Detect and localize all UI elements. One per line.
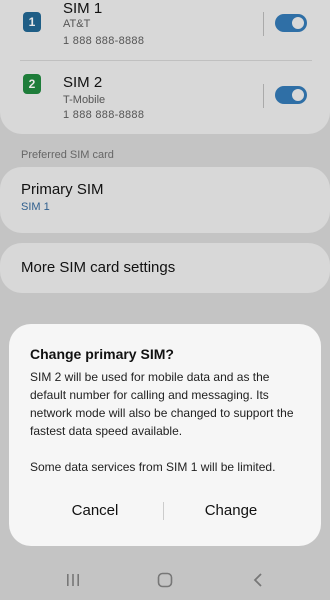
row-divider <box>20 60 312 61</box>
preferred-sim-section-label: Preferred SIM card <box>21 149 114 161</box>
sim-1-carrier: AT&T <box>63 18 91 30</box>
toggle-knob <box>290 87 306 103</box>
navigation-bar <box>0 560 330 600</box>
toggle-knob <box>290 15 306 31</box>
sim-1-badge-icon: 1 <box>23 12 41 32</box>
sim-1-row[interactable]: 1 SIM 1 AT&T 1 888 888-8888 <box>0 0 330 60</box>
sim-2-toggle[interactable] <box>275 86 307 104</box>
change-primary-sim-dialog: Change primary SIM? SIM 2 will be used f… <box>9 324 321 546</box>
dialog-body-text-2: Some data services from SIM 1 will be li… <box>30 460 276 474</box>
sim-2-badge-icon: 2 <box>23 74 41 94</box>
sim-2-row[interactable]: 2 SIM 2 T-Mobile 1 888 888-8888 <box>0 74 330 134</box>
sim-list-card: 1 SIM 1 AT&T 1 888 888-8888 2 SIM 2 T-Mo… <box>0 0 330 134</box>
sim-2-divider <box>263 84 264 108</box>
sim-2-number: 1 888 888-8888 <box>63 109 145 121</box>
sim-1-title: SIM 1 <box>63 0 103 17</box>
dialog-body: SIM 2 will be used for mobile data and a… <box>30 368 306 476</box>
primary-sim-title: Primary SIM <box>21 181 104 198</box>
sim-2-carrier: T-Mobile <box>63 94 106 106</box>
recents-icon[interactable] <box>61 570 85 590</box>
change-button[interactable]: Change <box>166 496 296 526</box>
sim-2-title: SIM 2 <box>63 74 103 91</box>
back-icon[interactable] <box>246 570 270 590</box>
more-sim-settings-title: More SIM card settings <box>21 259 176 276</box>
more-sim-settings[interactable]: More SIM card settings <box>0 243 330 293</box>
sim-1-divider <box>263 12 264 36</box>
sim-1-toggle[interactable] <box>275 14 307 32</box>
primary-sim-setting[interactable]: Primary SIM SIM 1 <box>0 167 330 233</box>
sim-1-number: 1 888 888-8888 <box>63 35 145 47</box>
home-icon[interactable] <box>153 570 177 590</box>
cancel-button[interactable]: Cancel <box>30 496 160 526</box>
dialog-button-divider <box>163 502 164 520</box>
dialog-title: Change primary SIM? <box>30 346 174 362</box>
screen: 1 SIM 1 AT&T 1 888 888-8888 2 SIM 2 T-Mo… <box>0 0 330 600</box>
primary-sim-value: SIM 1 <box>21 201 50 213</box>
dialog-body-text-1: SIM 2 will be used for mobile data and a… <box>30 370 294 438</box>
